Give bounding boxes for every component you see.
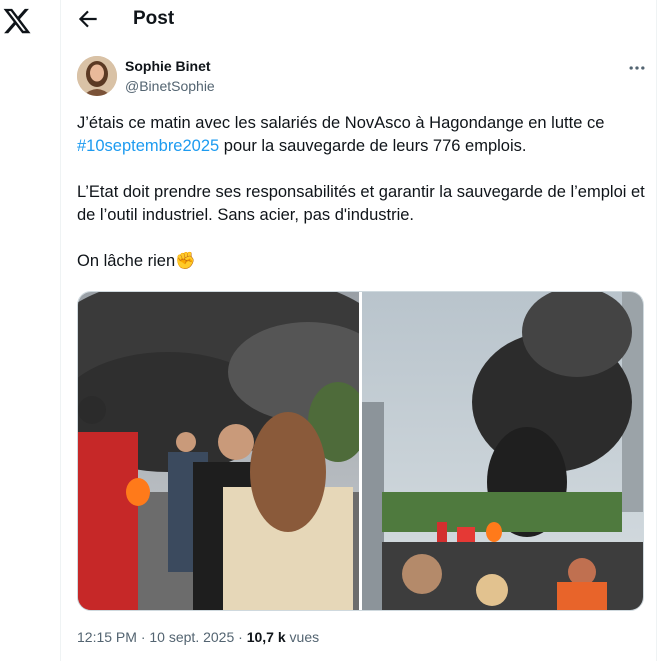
author-name[interactable]: Sophie Binet bbox=[125, 58, 211, 74]
post-text: J’étais ce matin avec les salariés de No… bbox=[77, 112, 647, 273]
media-grid bbox=[77, 291, 644, 611]
more-dots-icon[interactable] bbox=[627, 58, 647, 78]
post-time[interactable]: 12:15 PM bbox=[77, 629, 137, 645]
post-meta: 12:15 PM · 10 sept. 2025 · 10,7 k vues bbox=[77, 629, 319, 645]
page-title: Post bbox=[133, 8, 175, 29]
paragraph-3-text: On lâche rien bbox=[77, 252, 176, 270]
paragraph-1: J’étais ce matin avec les salariés de No… bbox=[77, 112, 647, 158]
raised-fist-icon: ✊ bbox=[175, 252, 196, 270]
views-count: 10,7 k bbox=[246, 629, 286, 645]
paragraph-3: On lâche rien✊ bbox=[77, 250, 647, 273]
paragraph-2: L’Etat doit prendre ses responsabilités … bbox=[77, 183, 645, 224]
photo-protest-right[interactable] bbox=[362, 292, 643, 610]
arrow-left-icon[interactable] bbox=[75, 6, 101, 32]
x-logo-icon[interactable] bbox=[2, 6, 32, 36]
post-header: Post bbox=[61, 0, 656, 40]
meta-separator: · bbox=[136, 629, 150, 645]
meta-separator-2: · bbox=[234, 629, 247, 645]
post-column: Post Sophie Binet @BinetSophie J’étais c… bbox=[61, 0, 657, 661]
left-rail bbox=[0, 0, 61, 661]
post-date[interactable]: 10 sept. 2025 bbox=[149, 629, 234, 645]
photo-protest-left[interactable] bbox=[78, 292, 359, 610]
paragraph-1-end: pour la sauvegarde de leurs 776 emplois. bbox=[219, 137, 527, 155]
views-label: vues bbox=[285, 629, 320, 645]
avatar[interactable] bbox=[77, 56, 117, 96]
paragraph-1-text: J’étais ce matin avec les salariés de No… bbox=[77, 114, 605, 132]
author-block: Sophie Binet @BinetSophie bbox=[77, 56, 647, 100]
author-handle[interactable]: @BinetSophie bbox=[125, 78, 215, 94]
hashtag-link[interactable]: #10septembre2025 bbox=[77, 137, 219, 155]
